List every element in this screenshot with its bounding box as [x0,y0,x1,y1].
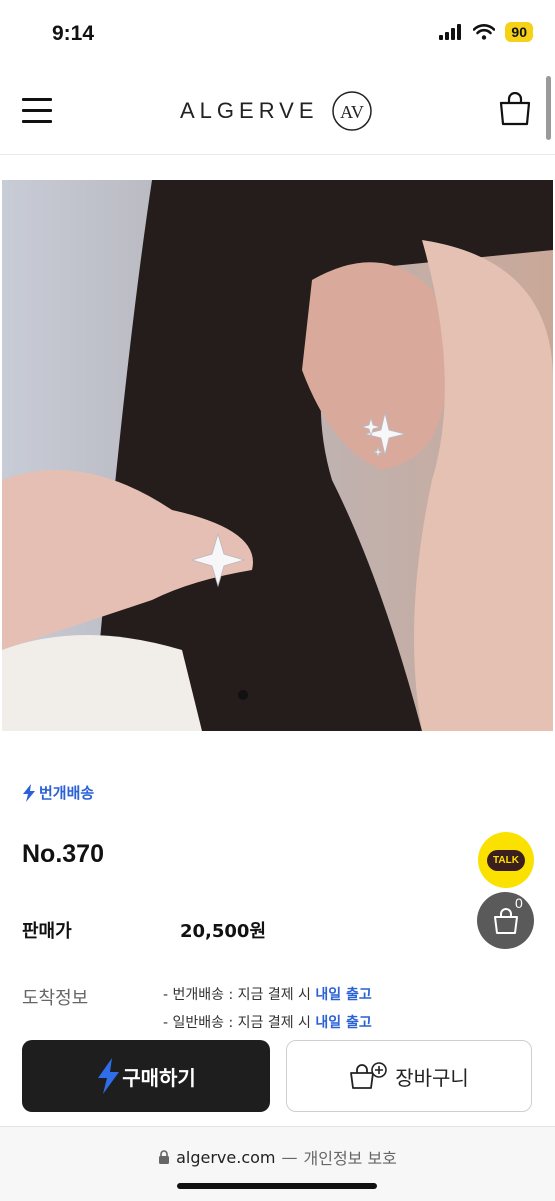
arrival-info: - 번개배송 : 지금 결제 시 내일 출고 - 일반배송 : 지금 결제 시 … [163,981,372,1037]
status-time: 9:14 [52,22,95,45]
menu-icon-line [22,98,52,101]
signal-icon [439,24,462,40]
url-row[interactable]: algerve.com — 개인정보 보호 [0,1145,555,1169]
status-bar: 9:14 90 [0,0,555,70]
add-to-cart-label: 장바구니 [395,1065,469,1090]
carousel-dot [238,690,248,700]
wifi-icon [473,24,496,40]
logo-mark-icon: AV [331,91,372,131]
product-image[interactable] [2,180,553,731]
arrival-line: - 일반배송 : 지금 결제 시 내일 출고 [163,1009,372,1037]
lightning-icon [98,1058,120,1094]
product-name: No.370 [22,840,104,868]
scroll-indicator[interactable] [546,76,551,140]
buy-now-label: 구매하기 [122,1065,196,1090]
delivery-badge: 번개배송 [22,782,94,803]
logo-mark-text: AV [340,102,364,122]
lock-icon [159,1149,170,1164]
arrival-info-label: 도착정보 [22,988,89,1009]
browser-address-bar: algerve.com — 개인정보 보호 [0,1126,555,1201]
price-row: 판매가 20,500원 [22,917,266,943]
privacy-text: 개인정보 보호 [303,1149,397,1168]
cart-add-icon [350,1062,387,1089]
header-cart-button[interactable] [499,91,531,130]
arrival-highlight: 내일 출고 [315,987,372,1003]
arrival-line: - 번개배송 : 지금 결제 시 내일 출고 [163,981,372,1009]
arrival-line-text: - 번개배송 : 지금 결제 시 [163,987,316,1003]
menu-button[interactable] [22,98,52,124]
menu-icon-line [22,109,52,112]
battery-indicator: 90 [505,22,533,42]
home-indicator[interactable] [177,1183,377,1189]
add-to-cart-button[interactable]: 장바구니 [286,1040,532,1112]
url-text: algerve.com [176,1147,276,1167]
lightning-icon [23,783,35,802]
url-separator: — [281,1147,298,1167]
menu-icon-line [22,120,52,123]
arrival-highlight: 내일 출고 [315,1015,372,1031]
floating-cart-button[interactable]: 0 [477,892,534,949]
delivery-badge-label: 번개배송 [39,784,95,802]
site-logo[interactable]: ALGERVE AV [180,90,373,132]
product-photo [2,180,553,731]
arrival-line-text: - 일반배송 : 지금 결제 시 [163,1015,316,1031]
site-header: ALGERVE AV [0,70,555,155]
talk-label: TALK [487,849,525,871]
price-label: 판매가 [22,921,72,942]
status-icons: 90 [439,22,533,42]
price-value: 20,500원 [180,921,267,942]
cart-count: 0 [515,895,523,911]
shopping-bag-icon [499,91,531,126]
kakao-talk-button[interactable]: TALK [478,832,534,888]
buy-now-button[interactable]: 구매하기 [22,1040,270,1112]
logo-text: ALGERVE [180,98,319,123]
